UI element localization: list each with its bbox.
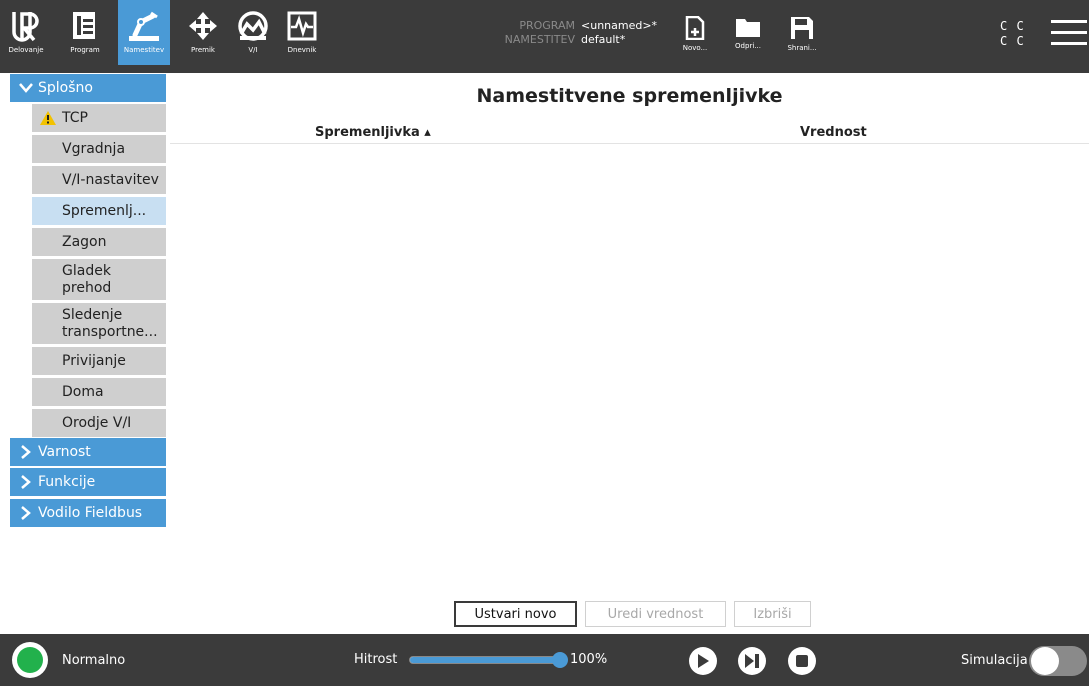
nav-section-label: Varnost	[38, 444, 91, 460]
tab-label: Namestitev	[123, 46, 165, 54]
chevron-down-icon	[18, 83, 34, 93]
nav-item-vgradnja[interactable]: Vgradnja	[32, 135, 166, 163]
log-icon	[287, 8, 317, 44]
ur-logo-icon	[11, 8, 41, 44]
open-program-button[interactable]: Odpri...	[728, 16, 768, 66]
speed-label: Hitrost	[354, 652, 398, 667]
step-icon	[745, 654, 759, 668]
nav-item-sledenje-transporterja[interactable]: Sledenje transportne...	[32, 303, 166, 344]
save-program-label: Shrani...	[787, 44, 817, 52]
tab-label: Premik	[191, 46, 215, 54]
simulation-label: Simulacija	[961, 653, 1028, 668]
open-program-label: Odpri...	[735, 42, 761, 50]
nav-section-varnost[interactable]: Varnost	[10, 438, 166, 466]
chevron-right-icon	[18, 506, 34, 520]
nav-item-privijanje[interactable]: Privijanje	[32, 347, 166, 375]
tab-label: Dnevnik	[287, 46, 317, 54]
cc-line-2: C C	[1000, 34, 1025, 48]
stop-icon	[796, 655, 808, 667]
nav-section-vodilo-fieldbus[interactable]: Vodilo Fieldbus	[10, 499, 166, 527]
variables-table-body[interactable]	[170, 144, 1089, 584]
nav-item-label: TCP	[62, 109, 88, 126]
nav-item-label: Vgradnja	[62, 140, 126, 157]
warning-icon	[40, 111, 56, 125]
stop-button[interactable]	[788, 647, 816, 675]
nav-item-label: Orodje V/I	[62, 414, 132, 431]
nav-item-label: Zagon	[62, 233, 107, 250]
tab-namestitev[interactable]: Namestitev	[118, 0, 170, 65]
nav-item-label: Gladek prehod	[62, 262, 112, 296]
create-new-button[interactable]: Ustvari novo	[454, 601, 577, 627]
variables-panel: Namestitvene spremenljivke Spremenljivka…	[170, 73, 1089, 634]
bottom-status-bar: Normalno Hitrost 100% Simulacija	[0, 634, 1089, 686]
speed-slider-handle[interactable]	[552, 652, 568, 668]
nav-item-orodje-vi[interactable]: Orodje V/I	[32, 409, 166, 437]
edit-value-button[interactable]: Uredi vrednost	[585, 601, 726, 627]
column-header-variable[interactable]: Spremenljivka ▴	[315, 125, 431, 140]
top-toolbar: Delovanje Program Namestitev Premik V/I …	[0, 0, 1089, 74]
program-info: PROGRAM <unnamed>* NAMESTITEV default*	[495, 19, 657, 47]
nav-item-label: Privijanje	[62, 352, 126, 369]
tab-label: Delovanje	[8, 46, 44, 54]
new-file-icon	[685, 16, 705, 40]
tab-vi[interactable]: V/I	[227, 8, 279, 70]
save-program-button[interactable]: Shrani...	[782, 16, 822, 66]
robot-status-text: Normalno	[62, 653, 126, 668]
tab-delovanje[interactable]: Delovanje	[0, 8, 52, 70]
open-folder-icon	[736, 19, 760, 37]
save-icon	[791, 17, 813, 39]
nav-section-label: Splošno	[38, 80, 93, 96]
nav-item-label: Doma	[62, 383, 104, 400]
column-header-value[interactable]: Vrednost	[800, 125, 867, 140]
chevron-right-icon	[18, 445, 34, 459]
hamburger-menu-icon[interactable]	[1051, 20, 1087, 52]
nav-section-label: Vodilo Fieldbus	[38, 505, 143, 521]
speed-slider-fill	[410, 657, 560, 663]
program-key: PROGRAM	[519, 19, 575, 32]
simulation-toggle[interactable]	[1029, 646, 1087, 676]
nav-item-gladek-prehod[interactable]: Gladek prehod	[32, 259, 166, 300]
play-icon	[698, 654, 709, 668]
speed-slider[interactable]	[409, 656, 561, 664]
nav-item-label: V/I-nastavitev	[62, 171, 159, 188]
new-program-label: Novo...	[682, 44, 708, 52]
nav-item-vi-nastavitev[interactable]: V/I-nastavitev	[32, 166, 166, 194]
nav-section-label: Funkcije	[38, 474, 96, 490]
move-icon	[188, 8, 218, 44]
cc-line-1: C C	[1000, 19, 1025, 33]
tab-label: V/I	[248, 46, 258, 54]
installation-name: default*	[581, 33, 626, 46]
play-button[interactable]	[689, 647, 717, 675]
tab-program[interactable]: Program	[59, 8, 111, 70]
nav-item-label: Spremenlj...	[62, 202, 147, 219]
chevron-right-icon	[18, 475, 34, 489]
delete-button[interactable]: Izbriši	[734, 601, 811, 627]
nav-item-zagon[interactable]: Zagon	[32, 228, 166, 256]
installation-icon	[127, 8, 161, 44]
nav-item-label: Sledenje transportne...	[62, 306, 158, 340]
installation-nav: Splošno TCP Vgradnja V/I-nastavitev Spre…	[0, 73, 170, 634]
power-status-button[interactable]	[12, 642, 48, 678]
program-name: <unnamed>*	[581, 19, 658, 32]
nav-section-splosno[interactable]: Splošno	[10, 74, 166, 102]
program-icon	[71, 8, 99, 44]
tab-label: Program	[70, 46, 100, 54]
tab-dnevnik[interactable]: Dnevnik	[276, 8, 328, 70]
page-title: Namestitvene spremenljivke	[476, 85, 783, 107]
nav-item-tcp[interactable]: TCP	[32, 104, 166, 132]
step-button[interactable]	[738, 647, 766, 675]
tab-premik[interactable]: Premik	[177, 8, 229, 70]
installation-key: NAMESTITEV	[504, 33, 575, 46]
nav-item-doma[interactable]: Doma	[32, 378, 166, 406]
io-icon	[237, 8, 269, 44]
speed-value: 100%	[570, 652, 608, 667]
nav-item-spremenljivke[interactable]: Spremenlj...	[32, 197, 166, 225]
new-program-button[interactable]: Novo...	[675, 16, 715, 66]
control-indicator: C C C C	[1000, 19, 1025, 49]
nav-section-funkcije[interactable]: Funkcije	[10, 468, 166, 496]
